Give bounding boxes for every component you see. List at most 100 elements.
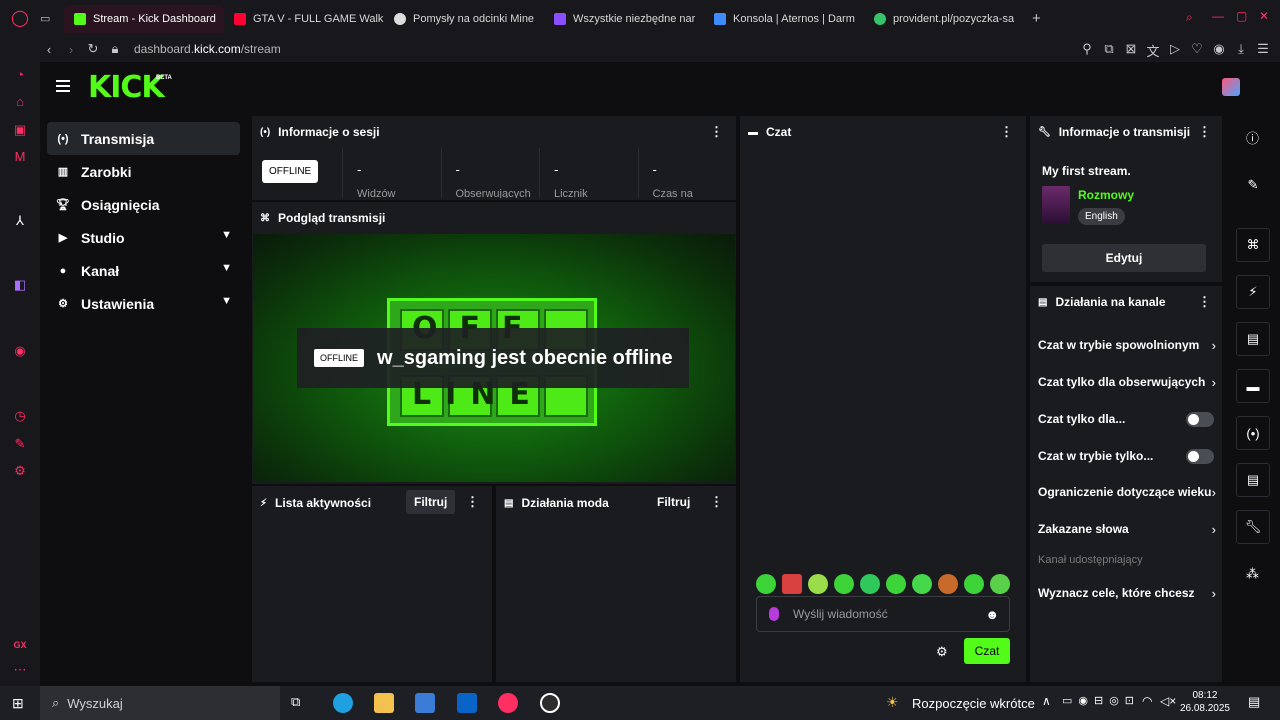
chat-settings-icon[interactable]: ⚙ xyxy=(936,644,948,660)
emote-icon[interactable] xyxy=(990,574,1010,594)
emote-icon[interactable] xyxy=(860,574,880,594)
twitch-sidebar-icon[interactable]: ◧ xyxy=(12,277,28,293)
adblock-icon[interactable]: ⊠ xyxy=(1120,41,1142,60)
document-rail-icon[interactable]: ▤ xyxy=(1236,322,1270,356)
action-age-restriction[interactable]: Ograniczenie dotyczące wieku xyxy=(1038,485,1212,505)
emote-icon[interactable] xyxy=(964,574,984,594)
heart-icon[interactable]: ♡ xyxy=(1186,41,1208,60)
player-icon[interactable]: ▷ xyxy=(1164,41,1186,60)
emote-icon[interactable] xyxy=(834,574,854,594)
filter-button[interactable]: Filtruj xyxy=(649,490,698,514)
emote-icon[interactable] xyxy=(808,574,828,594)
action-banned-words[interactable]: Zakazane słowa xyxy=(1038,522,1212,542)
emoji-icon[interactable]: ☻ xyxy=(985,607,999,622)
reload-icon[interactable]: ↻ xyxy=(82,41,104,57)
weather-text[interactable]: Rozpoczęcie wkrótce xyxy=(912,696,1035,711)
emote-only-toggle[interactable] xyxy=(1186,449,1214,464)
chevron-down-icon[interactable]: ▼ xyxy=(221,229,232,241)
clock[interactable]: 08:12 26.08.2025 xyxy=(1180,689,1230,715)
more-options-icon[interactable]: ⋮ xyxy=(1000,124,1013,140)
more-options-icon[interactable]: ⋮ xyxy=(710,124,723,140)
chat-send-button[interactable]: Czat xyxy=(964,638,1010,664)
sidebar-item-ustawienia[interactable]: ⚙ Ustawienia ▼ xyxy=(47,287,240,320)
minimize-icon[interactable]: — xyxy=(1212,9,1224,23)
emote-icon[interactable] xyxy=(782,574,802,594)
twitch-icon[interactable]: ▣ xyxy=(12,122,28,138)
category-link[interactable]: Rozmowy xyxy=(1078,188,1134,202)
broadcast-rail-icon[interactable]: (•) xyxy=(1236,416,1270,450)
mail-icon[interactable]: M xyxy=(12,149,28,165)
kick-logo[interactable]: KICK xyxy=(88,70,165,105)
kick-sidebar-icon[interactable]: ⅄ xyxy=(12,213,28,229)
channel-rail-icon[interactable]: ▤ xyxy=(1236,463,1270,497)
tab-aternos[interactable]: Konsola | Aternos | Darm xyxy=(704,5,864,33)
more-options-icon[interactable]: ⋮ xyxy=(710,494,723,510)
snapshot-icon[interactable]: ⧉ xyxy=(1098,41,1120,60)
taskbar-search[interactable]: ⌕ Wyszukaj xyxy=(40,686,280,720)
volume-icon[interactable]: ◁× xyxy=(1160,694,1176,708)
action-goals[interactable]: Wyznacz cele, które chcesz xyxy=(1038,586,1212,606)
chevron-right-icon[interactable]: › xyxy=(1212,485,1216,500)
subs-only-toggle[interactable] xyxy=(1186,412,1214,427)
info-icon[interactable]: ⓘ xyxy=(1246,128,1259,147)
sidebar-item-studio[interactable]: ▶ Studio ▼ xyxy=(47,221,240,254)
speed-icon[interactable]: ◔ xyxy=(12,67,28,83)
more-sidebar-icon[interactable]: ⋯ xyxy=(12,662,28,678)
avatar[interactable] xyxy=(1222,78,1240,96)
store-icon[interactable] xyxy=(415,693,435,713)
url-field[interactable]: dashboard.kick.com/stream xyxy=(134,42,281,56)
stream-preview[interactable]: OFF LINE OFFLINE w_sgaming jest obecnie … xyxy=(253,234,735,482)
sidebar-item-osiagniecia[interactable]: 🏆︎ Osiągnięcia xyxy=(47,188,240,221)
back-icon[interactable]: ‹ xyxy=(38,42,60,57)
maximize-icon[interactable]: ▢ xyxy=(1236,9,1247,23)
emote-icon[interactable] xyxy=(912,574,932,594)
edit-button[interactable]: Edytuj xyxy=(1042,244,1206,272)
gx-store-icon[interactable]: ⌂ xyxy=(12,94,28,110)
windows-start-icon[interactable]: ⊞ xyxy=(12,695,24,712)
hamburger-menu-icon[interactable] xyxy=(56,80,70,92)
more-options-icon[interactable]: ⋮ xyxy=(1198,294,1211,310)
translate-icon[interactable]: 文 xyxy=(1142,41,1164,60)
tray-overflow-icon[interactable]: ∧ xyxy=(1042,694,1051,708)
chevron-down-icon[interactable]: ▼ xyxy=(221,262,232,274)
lightning-rail-icon[interactable]: ⚡︎ xyxy=(1236,275,1270,309)
sidebar-item-zarobki[interactable]: ▥ Zarobki xyxy=(47,155,240,188)
more-options-icon[interactable]: ⋮ xyxy=(466,494,479,510)
opera-gx-icon[interactable] xyxy=(498,693,518,713)
wrench-rail-icon[interactable]: 🔧︎ xyxy=(1236,510,1270,544)
close-window-icon[interactable]: ✕ xyxy=(1259,9,1269,23)
opera-logo-icon[interactable]: ◯ xyxy=(0,8,40,28)
tab-provident[interactable]: provident.pl/pozyczka-sa xyxy=(864,5,1024,33)
tab-pomysly[interactable]: Pomysły na odcinki Mine xyxy=(384,5,544,33)
chevron-down-icon[interactable]: ▼ xyxy=(221,295,232,307)
filter-button[interactable]: Filtruj xyxy=(406,490,456,514)
preview-rail-icon[interactable]: ⌘ xyxy=(1236,228,1270,262)
tab-kick-dashboard[interactable]: Stream - Kick Dashboard xyxy=(64,5,224,33)
sidebar-item-kanal[interactable]: ● Kanał ▼ xyxy=(47,254,240,287)
outlook-icon[interactable] xyxy=(457,693,477,713)
edit-icon[interactable]: ✎ xyxy=(1236,168,1270,202)
microphone-icon[interactable] xyxy=(769,607,779,621)
tab-switcher-icon[interactable]: ▭ xyxy=(40,12,64,25)
chevron-right-icon[interactable]: › xyxy=(1212,338,1216,353)
extensions-icon[interactable]: ✎ xyxy=(12,436,28,452)
tab-gta[interactable]: GTA V - FULL GAME Walk xyxy=(224,5,384,33)
forward-icon[interactable]: › xyxy=(60,42,82,57)
download-icon[interactable]: ⤓ xyxy=(1230,41,1252,60)
chevron-right-icon[interactable]: › xyxy=(1212,522,1216,537)
apps-icon[interactable]: ⁂ xyxy=(1246,566,1259,582)
task-view-icon[interactable]: ⧉ xyxy=(291,694,300,710)
chevron-right-icon[interactable]: › xyxy=(1212,586,1216,601)
player-sidebar-icon[interactable]: ◉ xyxy=(12,343,28,359)
tray-icons[interactable]: ▭◉⊟◎⊡ xyxy=(1062,694,1140,707)
settings-sidebar-icon[interactable]: ⚙ xyxy=(12,463,28,479)
chevron-right-icon[interactable]: › xyxy=(1212,375,1216,390)
edge-icon[interactable] xyxy=(333,693,353,713)
more-options-icon[interactable]: ⋮ xyxy=(1198,124,1211,140)
wifi-icon[interactable]: ◠ xyxy=(1142,694,1152,708)
emote-icon[interactable] xyxy=(938,574,958,594)
chat-input[interactable]: Wyślij wiadomość ☻ xyxy=(756,596,1010,632)
emote-icon[interactable] xyxy=(756,574,776,594)
profile-icon[interactable]: ◉ xyxy=(1208,41,1230,60)
pin-icon[interactable]: ⚲ xyxy=(1076,41,1098,60)
